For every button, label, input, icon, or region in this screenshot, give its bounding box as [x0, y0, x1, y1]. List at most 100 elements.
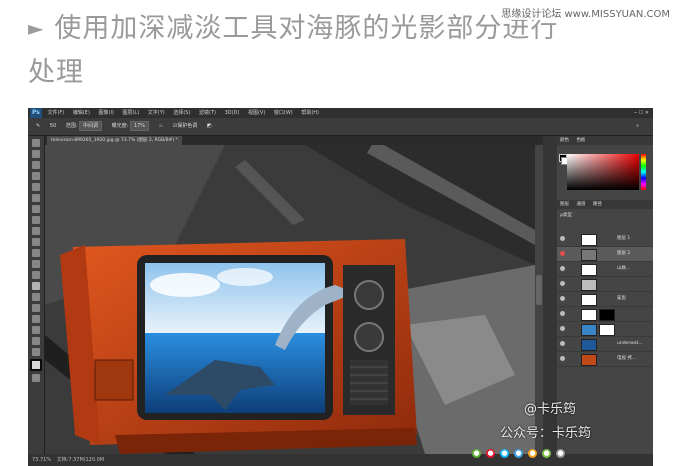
shape-tool-icon[interactable]: [32, 326, 40, 334]
exposure-input[interactable]: 17%: [129, 121, 150, 131]
visibility-eye-icon[interactable]: [560, 341, 565, 346]
tab-channels[interactable]: 通道: [576, 202, 585, 207]
hue-slider[interactable]: [641, 154, 646, 190]
exposure-label: 曝光度:: [111, 123, 129, 129]
visibility-eye-icon[interactable]: [560, 236, 565, 241]
color-swatches-icon[interactable]: [30, 359, 42, 371]
gradient-tool-icon[interactable]: [32, 260, 40, 268]
hand-tool-icon[interactable]: [32, 337, 40, 345]
visibility-eye-icon[interactable]: [560, 326, 565, 331]
menu-filter[interactable]: 滤镜(T): [199, 110, 216, 116]
quick-select-tool-icon[interactable]: [32, 172, 40, 180]
wechat-account: 公众号：卡乐筠: [500, 426, 592, 441]
menu-layer[interactable]: 图层(L): [122, 110, 139, 116]
artwork: [45, 145, 535, 454]
layer-row[interactable]: 电视 拷...: [557, 352, 653, 367]
color-picker-field[interactable]: [567, 154, 639, 190]
author-watermark: @卡乐筠 公众号：卡乐筠: [500, 402, 592, 442]
play-triangle-icon: ►: [28, 16, 45, 40]
eyedropper-tool-icon[interactable]: [32, 194, 40, 202]
visibility-eye-icon[interactable]: [560, 296, 565, 301]
site-watermark: 思缘设计论坛 www.MISSYUAN.COM: [499, 5, 672, 20]
layer-thumbnail: [581, 264, 597, 276]
protect-tones-label: 保护色调: [177, 123, 198, 129]
layer-row-selected[interactable]: 图层 2: [557, 247, 653, 262]
zoom-level[interactable]: 73.71%: [32, 457, 51, 463]
layer-thumbnail: [581, 324, 597, 336]
layer-thumbnail: [581, 279, 597, 291]
layer-name: 山脉...: [617, 266, 631, 271]
tab-layers[interactable]: 图层: [560, 202, 569, 207]
tab-color[interactable]: 颜色: [560, 138, 569, 143]
layer-name: underwat...: [617, 341, 643, 346]
history-brush-tool-icon[interactable]: [32, 238, 40, 246]
range-label: 范围:: [65, 123, 78, 129]
menu-type[interactable]: 文字(Y): [148, 110, 165, 116]
menu-help[interactable]: 帮助(H): [301, 110, 319, 116]
type-tool-icon[interactable]: [32, 304, 40, 312]
airbrush-icon[interactable]: ♨: [159, 118, 163, 135]
layer-name: 鲨鱼: [617, 296, 626, 301]
menu-view[interactable]: 视图(V): [248, 110, 265, 116]
qq-icon[interactable]: ●: [500, 449, 509, 458]
window-controls[interactable]: ─ ☐ ✕: [634, 108, 649, 118]
layer-name: 图层 1: [617, 236, 631, 241]
visibility-eye-icon[interactable]: [560, 356, 565, 361]
layer-filter[interactable]: ρ类型: [560, 212, 572, 218]
dodge-tool-icon[interactable]: [32, 282, 40, 290]
visibility-eye-icon[interactable]: [560, 266, 565, 271]
document-canvas[interactable]: [45, 145, 535, 454]
lasso-tool-icon[interactable]: [32, 161, 40, 169]
menu-icon[interactable]: ●: [556, 449, 565, 458]
layer-thumbnail: [581, 309, 597, 321]
pen-tool-icon[interactable]: [32, 293, 40, 301]
ps-logo: Ps: [30, 108, 42, 118]
marquee-tool-icon[interactable]: [32, 150, 40, 158]
layer-row[interactable]: [557, 307, 653, 322]
menu-image[interactable]: 图像(I): [99, 110, 114, 116]
crop-tool-icon[interactable]: [32, 183, 40, 191]
path-select-tool-icon[interactable]: [32, 315, 40, 323]
weibo-icon[interactable]: ●: [486, 449, 495, 458]
layer-row[interactable]: [557, 322, 653, 337]
eraser-tool-icon[interactable]: [32, 249, 40, 257]
brush-size[interactable]: 50: [50, 118, 56, 135]
menu-file[interactable]: 文件(F): [47, 110, 64, 116]
visibility-eye-icon[interactable]: [560, 251, 565, 256]
quick-mask-icon[interactable]: [32, 374, 40, 382]
move-tool-icon[interactable]: [32, 139, 40, 147]
tab-paths[interactable]: 路径: [593, 202, 602, 207]
visibility-eye-icon[interactable]: [560, 281, 565, 286]
mic-icon[interactable]: ●: [514, 449, 523, 458]
tab-swatches[interactable]: 色板: [576, 138, 585, 143]
layer-row[interactable]: 鲨鱼: [557, 292, 653, 307]
stamp-tool-icon[interactable]: [32, 227, 40, 235]
search-icon[interactable]: ⌕: [636, 118, 639, 135]
menu-bar: Ps 文件(F) 编辑(E) 图像(I) 图层(L) 文字(Y) 选择(S) 滤…: [28, 108, 653, 118]
like-icon[interactable]: ●: [528, 449, 537, 458]
brush-tool-icon[interactable]: [32, 216, 40, 224]
menu-3d[interactable]: 3D(D): [225, 110, 240, 116]
menu-select[interactable]: 选择(S): [173, 110, 190, 116]
layer-row[interactable]: 图层 1: [557, 232, 653, 247]
layer-thumbnail: [581, 249, 597, 261]
blur-tool-icon[interactable]: [32, 271, 40, 279]
share-icon[interactable]: ●: [542, 449, 551, 458]
layer-thumbnail: [581, 339, 597, 351]
pressure-icon[interactable]: ◩: [207, 118, 212, 135]
healing-tool-icon[interactable]: [32, 205, 40, 213]
visibility-eye-icon[interactable]: [560, 311, 565, 316]
layer-thumbnail: [581, 354, 597, 366]
wechat-icon[interactable]: ●: [472, 449, 481, 458]
document-tab-bar: television-899265_1920.jpg @ 73.7% (图层 2…: [45, 136, 545, 145]
layer-row[interactable]: underwat...: [557, 337, 653, 352]
menu-edit[interactable]: 编辑(E): [73, 110, 90, 116]
layer-row[interactable]: [557, 277, 653, 292]
heading-line-1: 使用加深减淡工具对海豚的光影部分进行: [54, 13, 559, 44]
document-tab[interactable]: television-899265_1920.jpg @ 73.7% (图层 2…: [47, 136, 182, 145]
zoom-tool-icon[interactable]: [32, 348, 40, 356]
layer-row[interactable]: 山脉...: [557, 262, 653, 277]
range-select[interactable]: 中间调: [79, 121, 103, 131]
menu-window[interactable]: 窗口(W): [274, 110, 293, 116]
dodge-tool-icon[interactable]: ✎: [36, 118, 40, 135]
